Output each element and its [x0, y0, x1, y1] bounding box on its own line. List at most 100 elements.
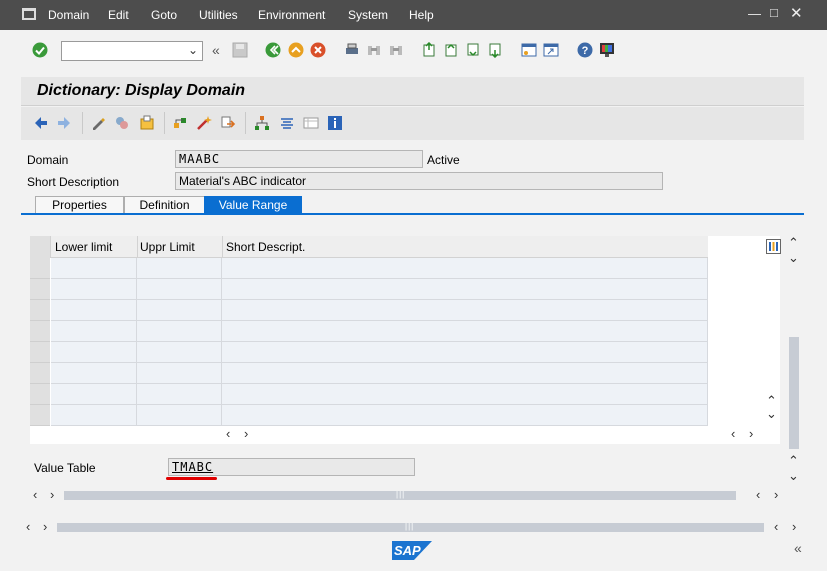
other-object-icon[interactable]: [139, 115, 155, 131]
arrow-right-icon[interactable]: [56, 115, 72, 131]
active-inactive-icon[interactable]: [114, 115, 130, 131]
table-cell[interactable]: [222, 321, 708, 342]
where-used-icon[interactable]: [220, 115, 236, 131]
value-table-field[interactable]: TMABC: [168, 458, 415, 476]
maximize-icon[interactable]: □: [770, 5, 778, 20]
row-selector[interactable]: [30, 279, 50, 300]
table-cell[interactable]: [51, 321, 137, 342]
row-selector[interactable]: [30, 363, 50, 384]
activate-icon[interactable]: [196, 115, 212, 131]
table-cell[interactable]: [51, 279, 137, 300]
table-scroll-right-icon[interactable]: ›: [244, 426, 248, 441]
row-selector[interactable]: [30, 384, 50, 405]
table-cell[interactable]: [222, 363, 708, 384]
panel-scroll-down-icon[interactable]: ⌄: [788, 468, 799, 484]
menu-environment[interactable]: Environment: [258, 8, 325, 22]
collapse-toolbar-icon[interactable]: «: [212, 42, 220, 58]
command-field[interactable]: ⌄: [61, 41, 203, 61]
panel-scroll-left-icon[interactable]: ‹: [33, 487, 37, 502]
table-cell[interactable]: [222, 342, 708, 363]
find-next-icon[interactable]: [388, 42, 404, 58]
table-cell[interactable]: [137, 279, 222, 300]
scroll-up-icon[interactable]: ⌃: [788, 235, 799, 251]
chevron-down-icon[interactable]: ⌄: [188, 43, 198, 57]
table-cell[interactable]: [222, 384, 708, 405]
menu-system[interactable]: System: [348, 8, 388, 22]
help-icon[interactable]: ?: [577, 42, 593, 58]
table-scroll-down-icon[interactable]: ⌄: [766, 406, 777, 422]
first-page-icon[interactable]: [421, 42, 437, 58]
tab-definition[interactable]: Definition: [124, 196, 205, 214]
table-settings-icon[interactable]: [766, 239, 781, 254]
page-scroll-left-icon[interactable]: ‹: [26, 519, 30, 534]
tab-value-range[interactable]: Value Range: [204, 196, 302, 214]
select-all-cell[interactable]: [30, 236, 51, 258]
find-icon[interactable]: [366, 42, 382, 58]
table-cell[interactable]: [51, 363, 137, 384]
enter-check-icon[interactable]: [32, 42, 48, 58]
page-scroll-right-icon[interactable]: ›: [43, 519, 47, 534]
page-horizontal-scroll-thumb[interactable]: |||: [57, 522, 764, 532]
table-cell[interactable]: [222, 405, 708, 426]
row-selector[interactable]: [30, 258, 50, 279]
check-icon[interactable]: [172, 115, 188, 131]
table-scroll-left-end-icon[interactable]: ‹: [731, 426, 735, 441]
column-header-lower-limit[interactable]: Lower limit: [55, 240, 112, 254]
domain-field[interactable]: MAABC: [175, 150, 423, 168]
table-cell[interactable]: [137, 300, 222, 321]
table-cell[interactable]: [51, 300, 137, 321]
close-window-icon[interactable]: ✕: [790, 4, 803, 22]
save-icon[interactable]: [232, 42, 248, 58]
table-cell[interactable]: [137, 321, 222, 342]
menu-domain[interactable]: Domain: [48, 8, 89, 22]
table-scroll-right-end-icon[interactable]: ›: [749, 426, 753, 441]
arrow-left-icon[interactable]: [33, 115, 49, 131]
table-cell[interactable]: [222, 300, 708, 321]
table-cell[interactable]: [137, 342, 222, 363]
table-cell[interactable]: [51, 405, 137, 426]
page-scroll-left-end-icon[interactable]: ‹: [774, 519, 778, 534]
table-cell[interactable]: [222, 279, 708, 300]
table-cell[interactable]: [137, 258, 222, 279]
table-scroll-left-icon[interactable]: ‹: [226, 426, 230, 441]
page-scroll-right-end-icon[interactable]: ›: [792, 519, 796, 534]
table-cell[interactable]: [222, 258, 708, 279]
short-description-field[interactable]: Material's ABC indicator: [175, 172, 663, 190]
table-cell[interactable]: [51, 258, 137, 279]
customize-layout-icon[interactable]: [599, 42, 615, 58]
cancel-icon[interactable]: [310, 42, 326, 58]
panel-scroll-left-end-icon[interactable]: ‹: [756, 487, 760, 502]
menu-goto[interactable]: Goto: [151, 8, 177, 22]
panel-scroll-up-icon[interactable]: ⌃: [788, 453, 799, 469]
object-list-icon[interactable]: [279, 115, 295, 131]
row-selector[interactable]: [30, 405, 50, 426]
back-icon[interactable]: [265, 42, 281, 58]
next-page-icon[interactable]: [465, 42, 481, 58]
display-object-list-icon[interactable]: [303, 115, 319, 131]
last-page-icon[interactable]: [487, 42, 503, 58]
previous-page-icon[interactable]: [443, 42, 459, 58]
tab-properties[interactable]: Properties: [35, 196, 124, 214]
column-header-short-description[interactable]: Short Descript.: [226, 240, 305, 254]
print-icon[interactable]: [344, 42, 360, 58]
scroll-down-icon[interactable]: ⌄: [788, 250, 799, 266]
table-cell[interactable]: [51, 342, 137, 363]
panel-scroll-right-end-icon[interactable]: ›: [774, 487, 778, 502]
collapse-status-icon[interactable]: «: [794, 540, 802, 556]
horizontal-scroll-thumb[interactable]: |||: [64, 490, 736, 500]
table-cell[interactable]: [137, 405, 222, 426]
display-change-icon[interactable]: [90, 115, 106, 131]
column-header-upper-limit[interactable]: Uppr Limit: [140, 240, 195, 254]
menu-edit[interactable]: Edit: [108, 8, 129, 22]
minimize-icon[interactable]: —: [748, 6, 761, 21]
info-icon[interactable]: [327, 115, 343, 131]
menu-utilities[interactable]: Utilities: [199, 8, 238, 22]
vertical-scroll-thumb[interactable]: [789, 337, 799, 449]
exit-icon[interactable]: [288, 42, 304, 58]
shortcut-icon[interactable]: [543, 42, 559, 58]
table-cell[interactable]: [137, 363, 222, 384]
new-session-icon[interactable]: [521, 42, 537, 58]
hierarchy-icon[interactable]: [254, 115, 270, 131]
table-cell[interactable]: [137, 384, 222, 405]
menu-help[interactable]: Help: [409, 8, 434, 22]
